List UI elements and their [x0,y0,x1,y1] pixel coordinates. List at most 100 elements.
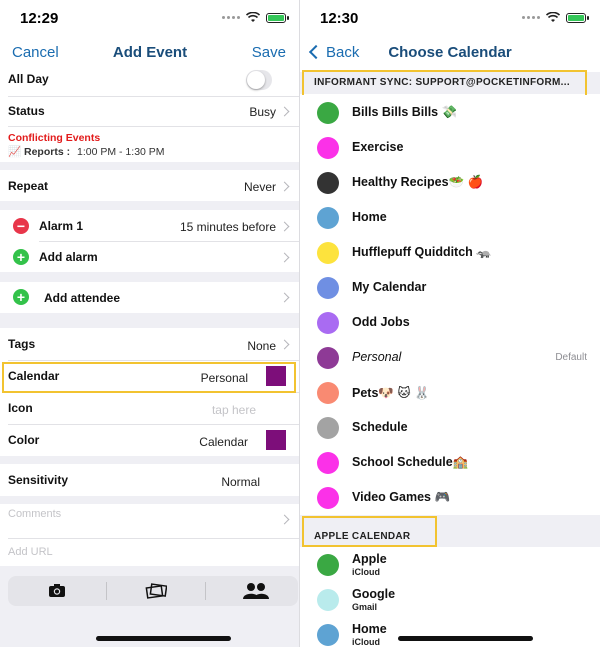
color-label: Color [8,433,40,447]
calendar-color-dot [317,554,339,576]
wifi-icon [246,12,260,22]
calendar-list-item[interactable]: Video Games 🎮 [300,480,600,515]
calendar-color-dot [317,452,339,474]
chevron-right-icon [279,252,290,263]
signal-icon [522,16,540,19]
calendar-account: Gmail [352,602,378,612]
camera-icon[interactable] [48,583,66,598]
remove-alarm-icon[interactable]: − [13,218,29,234]
chevron-right-icon [279,221,290,232]
calendar-color-dot [317,312,339,334]
wifi-icon [546,12,560,22]
apple-calendar-list-item[interactable]: Home iCloud [300,617,600,647]
chevron-right-icon [279,181,290,192]
calendar-list-item[interactable]: Personal Default [300,340,600,375]
calendar-list-item[interactable]: Bills Bills Bills 💸 [300,95,600,130]
add-event-screen: 12:29 Cancel Add Event Save All Day Stat… [0,0,300,647]
chevron-right-icon [279,514,290,525]
calendar-color-dot [317,382,339,404]
alarm-1-label: Alarm 1 [39,219,84,233]
home-indicator [398,636,533,641]
calendar-color-dot [317,417,339,439]
calendar-list-item[interactable]: Exercise [300,130,600,165]
conflict-item[interactable]: 📈 Reports : 1:00 PM - 1:30 PM [8,145,165,158]
notes-section: Comments Add URL [0,504,300,566]
calendar-name: Odd Jobs [352,315,410,329]
color-value: Calendar [199,435,248,449]
calendar-list-item[interactable]: My Calendar [300,270,600,305]
nav-bar: Cancel Add Event Save [0,36,300,70]
chevron-right-icon [279,339,290,350]
save-button[interactable]: Save [252,44,286,61]
contacts-icon[interactable] [242,582,270,599]
status-bar: 12:30 [300,0,600,36]
calendar-list-item[interactable]: School Schedule🏫 [300,445,600,480]
calendar-name: School Schedule🏫 [352,455,469,469]
calendar-list-item[interactable]: Home [300,200,600,235]
repeat-value: Never [243,180,276,194]
calendar-list-item[interactable]: Healthy Recipes🥗 🍎 [300,165,600,200]
icon-row[interactable]: Icon tap here [0,392,300,424]
conflict-event-name: 📈 Reports : [8,146,71,158]
calendar-name: Personal [352,350,402,364]
status-row[interactable]: Status Busy [0,96,300,126]
status-time: 12:30 [320,10,359,27]
sensitivity-row[interactable]: Sensitivity Normal [0,464,300,496]
repeat-label: Repeat [8,179,49,193]
icon-label: Icon [8,401,33,415]
comments-field[interactable]: Comments [8,508,61,520]
calendar-color-dot [317,487,339,509]
default-badge: Default [555,352,587,363]
highlight-box [302,70,587,97]
battery-icon [266,12,289,23]
highlight-box [2,362,296,393]
calendar-name: Google [352,587,396,601]
calendar-list-item[interactable]: Odd Jobs [300,305,600,340]
calendar-color-dot [317,589,339,611]
calendar-name: Bills Bills Bills 💸 [352,105,458,119]
add-attendee-icon[interactable]: + [13,289,29,305]
conflict-event-time: 1:00 PM - 1:30 PM [77,146,165,158]
calendar-account: iCloud [352,567,380,577]
calendar-list-item[interactable]: Pets🐶 🐱 🐰 [300,375,600,410]
calendar-name: Hufflepuff Quidditch 🦡 [352,245,492,259]
calendar-name: My Calendar [352,280,427,294]
add-alarm-icon[interactable]: + [13,249,29,265]
all-day-toggle[interactable] [246,70,272,90]
signal-icon [222,16,240,19]
chevron-right-icon [279,106,290,117]
photos-icon[interactable] [145,583,167,599]
add-alarm-row[interactable]: + Add alarm [0,241,300,272]
all-day-label: All Day [8,72,49,86]
general-section: All Day Status Busy Conflicting Events 📈… [0,70,300,162]
chevron-right-icon [279,292,290,303]
calendar-name: Apple [352,552,387,566]
calendar-name: Home [352,210,387,224]
calendar-color-dot [317,242,339,264]
calendar-color-dot [317,172,339,194]
add-url-field[interactable]: Add URL [8,546,53,558]
alarm-1-value: 15 minutes before [179,220,276,234]
calendar-name: Home [352,622,387,636]
battery-icon [566,12,589,23]
tags-row[interactable]: Tags None [0,328,300,360]
alarm-1-row[interactable]: − Alarm 1 15 minutes before [0,210,300,241]
add-attendee-row[interactable]: + Add attendee [0,282,300,313]
calendar-list-item[interactable]: Hufflepuff Quidditch 🦡 [300,235,600,270]
color-row[interactable]: Color Calendar [0,424,300,456]
calendar-list-item[interactable]: Schedule [300,410,600,445]
attachment-toolbar [8,576,298,606]
status-time: 12:29 [20,10,59,27]
nav-bar: Back Choose Calendar [300,36,600,70]
calendar-color-dot [317,102,339,124]
status-value: Busy [249,105,276,119]
repeat-row[interactable]: Repeat Never [0,170,300,201]
calendar-name: Exercise [352,140,404,154]
sensitivity-label: Sensitivity [8,473,69,487]
calendar-color-dot [317,207,339,229]
calendar-name: Schedule [352,420,408,434]
calendar-name: Video Games 🎮 [352,490,451,504]
apple-calendar-list-item[interactable]: Apple iCloud [300,547,600,582]
calendar-color-dot [317,624,339,646]
apple-calendar-list-item[interactable]: Google Gmail [300,582,600,617]
